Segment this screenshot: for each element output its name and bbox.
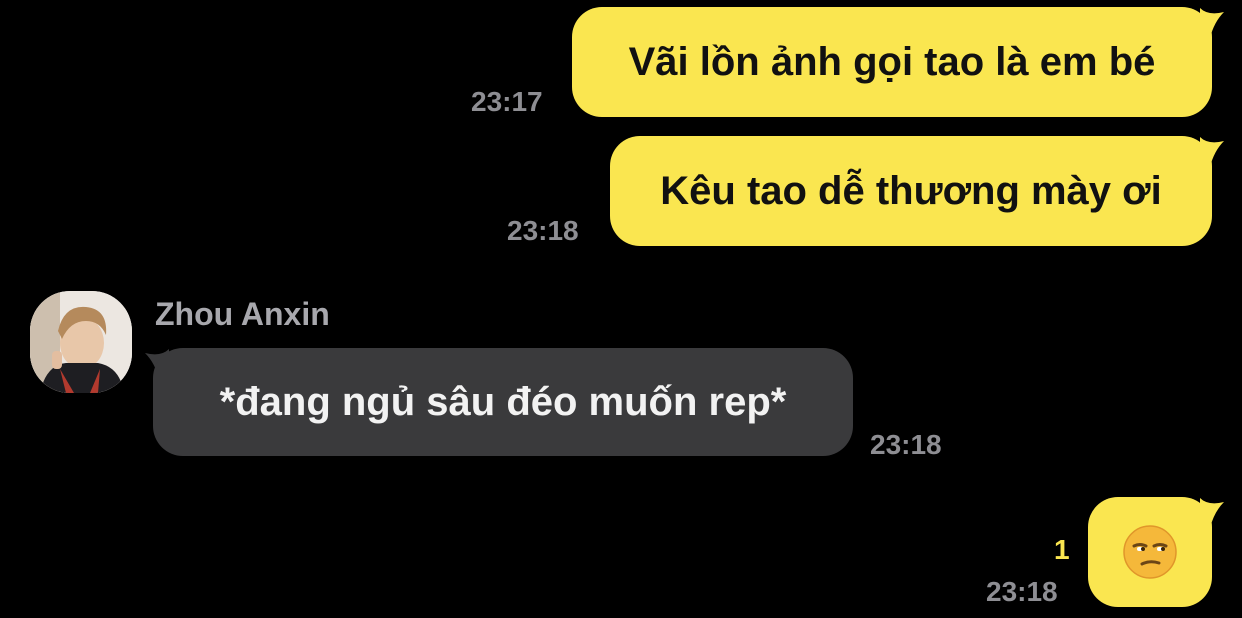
profile-photo-icon xyxy=(30,291,132,393)
message-timestamp: 23:18 xyxy=(986,576,1058,607)
avatar[interactable] xyxy=(30,291,132,393)
outgoing-emoji-bubble[interactable] xyxy=(1088,497,1212,607)
bubble-tail xyxy=(1200,498,1224,528)
bubble-tail xyxy=(1200,137,1224,167)
message-text: *đang ngủ sâu đéo muốn rep* xyxy=(219,379,787,424)
outgoing-message-bubble[interactable]: Vãi lồn ảnh gọi tao là em bé xyxy=(572,7,1212,117)
message-text: Kêu tao dễ thương mày ơi xyxy=(660,168,1162,213)
sender-name: Zhou Anxin xyxy=(155,296,330,332)
unamused-face-icon xyxy=(1123,525,1177,579)
incoming-message-bubble[interactable]: *đang ngủ sâu đéo muốn rep* xyxy=(153,348,853,456)
bubble-tail xyxy=(1200,8,1224,38)
unread-count: 1 xyxy=(1054,534,1070,565)
message-timestamp: 23:18 xyxy=(870,429,942,460)
outgoing-message-bubble[interactable]: Kêu tao dễ thương mày ơi xyxy=(610,136,1212,246)
message-timestamp: 23:18 xyxy=(507,215,579,246)
message-timestamp: 23:17 xyxy=(471,86,543,117)
message-text: Vãi lồn ảnh gọi tao là em bé xyxy=(628,39,1156,84)
